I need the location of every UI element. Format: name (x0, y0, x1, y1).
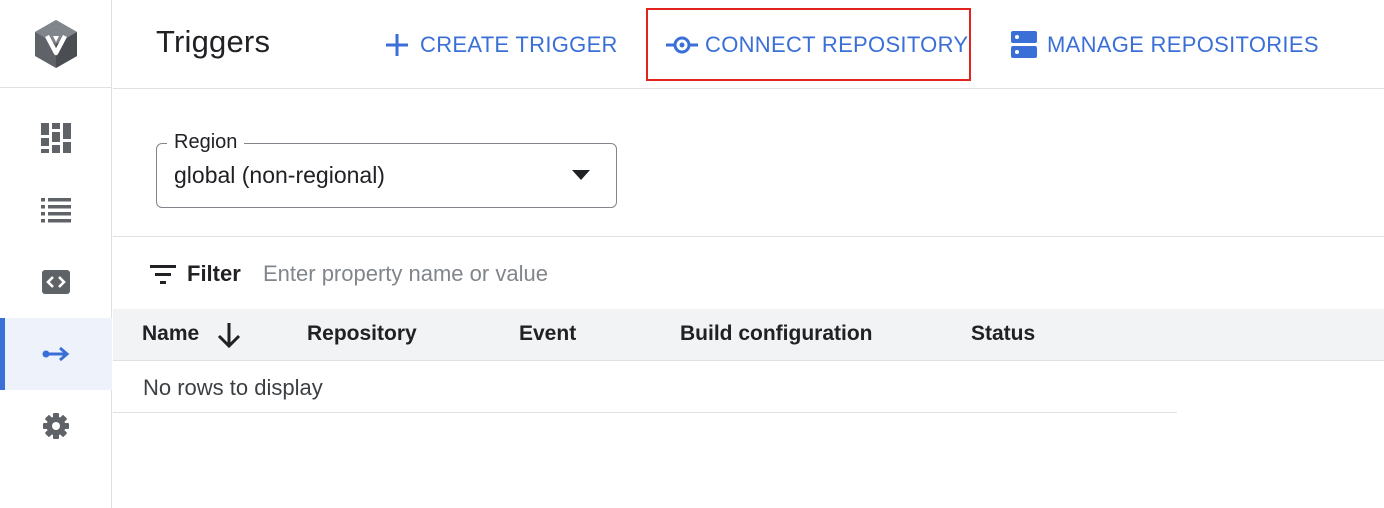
plus-icon (386, 34, 408, 56)
gear-icon (43, 413, 69, 439)
page-title: Triggers (156, 24, 271, 59)
sidebar-item-repositories[interactable] (0, 246, 112, 318)
dropdown-caret-icon (572, 170, 590, 180)
sidebar-item-triggers[interactable] (0, 318, 112, 390)
trigger-arrow-icon (42, 346, 70, 362)
filter-bar: Filter (113, 236, 1384, 310)
connect-repository-button[interactable]: CONNECT REPOSITORY (646, 8, 971, 81)
column-header-event[interactable]: Event (519, 322, 576, 346)
logo[interactable] (0, 0, 112, 88)
filter-input[interactable] (263, 257, 963, 291)
filter-label: Filter (187, 261, 241, 286)
sidebar-item-settings[interactable] (0, 390, 112, 462)
region-select[interactable]: Region global (non-regional) (156, 131, 617, 208)
table-empty-row: No rows to display (113, 361, 1177, 413)
create-trigger-label: CREATE TRIGGER (420, 32, 618, 57)
column-header-name[interactable]: Name (142, 322, 199, 346)
empty-message: No rows to display (143, 375, 323, 400)
region-value: global (non-regional) (174, 162, 385, 188)
sidebar-item-history[interactable] (0, 174, 112, 246)
sidebar-item-dashboard[interactable] (0, 102, 112, 174)
manage-repositories-button[interactable]: MANAGE REPOSITORIES (1011, 24, 1319, 66)
table-header: Name Repository Event Build configuratio… (113, 309, 1384, 361)
create-trigger-button[interactable]: CREATE TRIGGER (385, 24, 618, 66)
header: Triggers CREATE TRIGGER CONNECT REPOSITO… (113, 0, 1384, 89)
storage-icon (1011, 31, 1037, 58)
filter-icon (150, 265, 176, 284)
connect-repository-label: CONNECT REPOSITORY (705, 31, 969, 57)
column-header-status[interactable]: Status (971, 322, 1035, 346)
sort-descending-icon[interactable] (217, 322, 241, 348)
code-icon (42, 270, 70, 294)
cloud-build-hexagon-icon (35, 19, 77, 68)
connect-repo-icon (666, 36, 698, 53)
column-header-repository[interactable]: Repository (307, 322, 417, 346)
column-header-build-configuration[interactable]: Build configuration (680, 322, 872, 346)
list-icon (41, 198, 71, 223)
region-label: Region (167, 131, 245, 154)
manage-repositories-label: MANAGE REPOSITORIES (1047, 32, 1319, 57)
sidebar (0, 0, 112, 508)
dashboard-icon (41, 123, 71, 153)
